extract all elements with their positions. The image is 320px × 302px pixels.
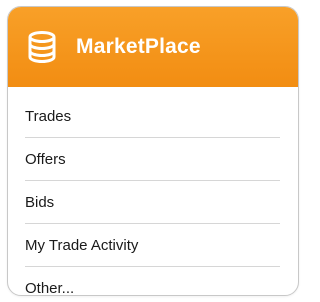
menu-item-my-trade-activity[interactable]: My Trade Activity	[25, 224, 280, 267]
database-icon	[22, 27, 62, 67]
marketplace-panel: MarketPlace Trades Offers Bids My Trade …	[7, 6, 299, 296]
menu-item-trades[interactable]: Trades	[25, 95, 280, 138]
menu-item-bids[interactable]: Bids	[25, 181, 280, 224]
menu-item-offers[interactable]: Offers	[25, 138, 280, 181]
panel-header: MarketPlace	[8, 7, 298, 87]
panel-title: MarketPlace	[76, 35, 201, 58]
menu-list: Trades Offers Bids My Trade Activity Oth…	[8, 95, 298, 295]
menu-item-other[interactable]: Other...	[25, 267, 280, 295]
